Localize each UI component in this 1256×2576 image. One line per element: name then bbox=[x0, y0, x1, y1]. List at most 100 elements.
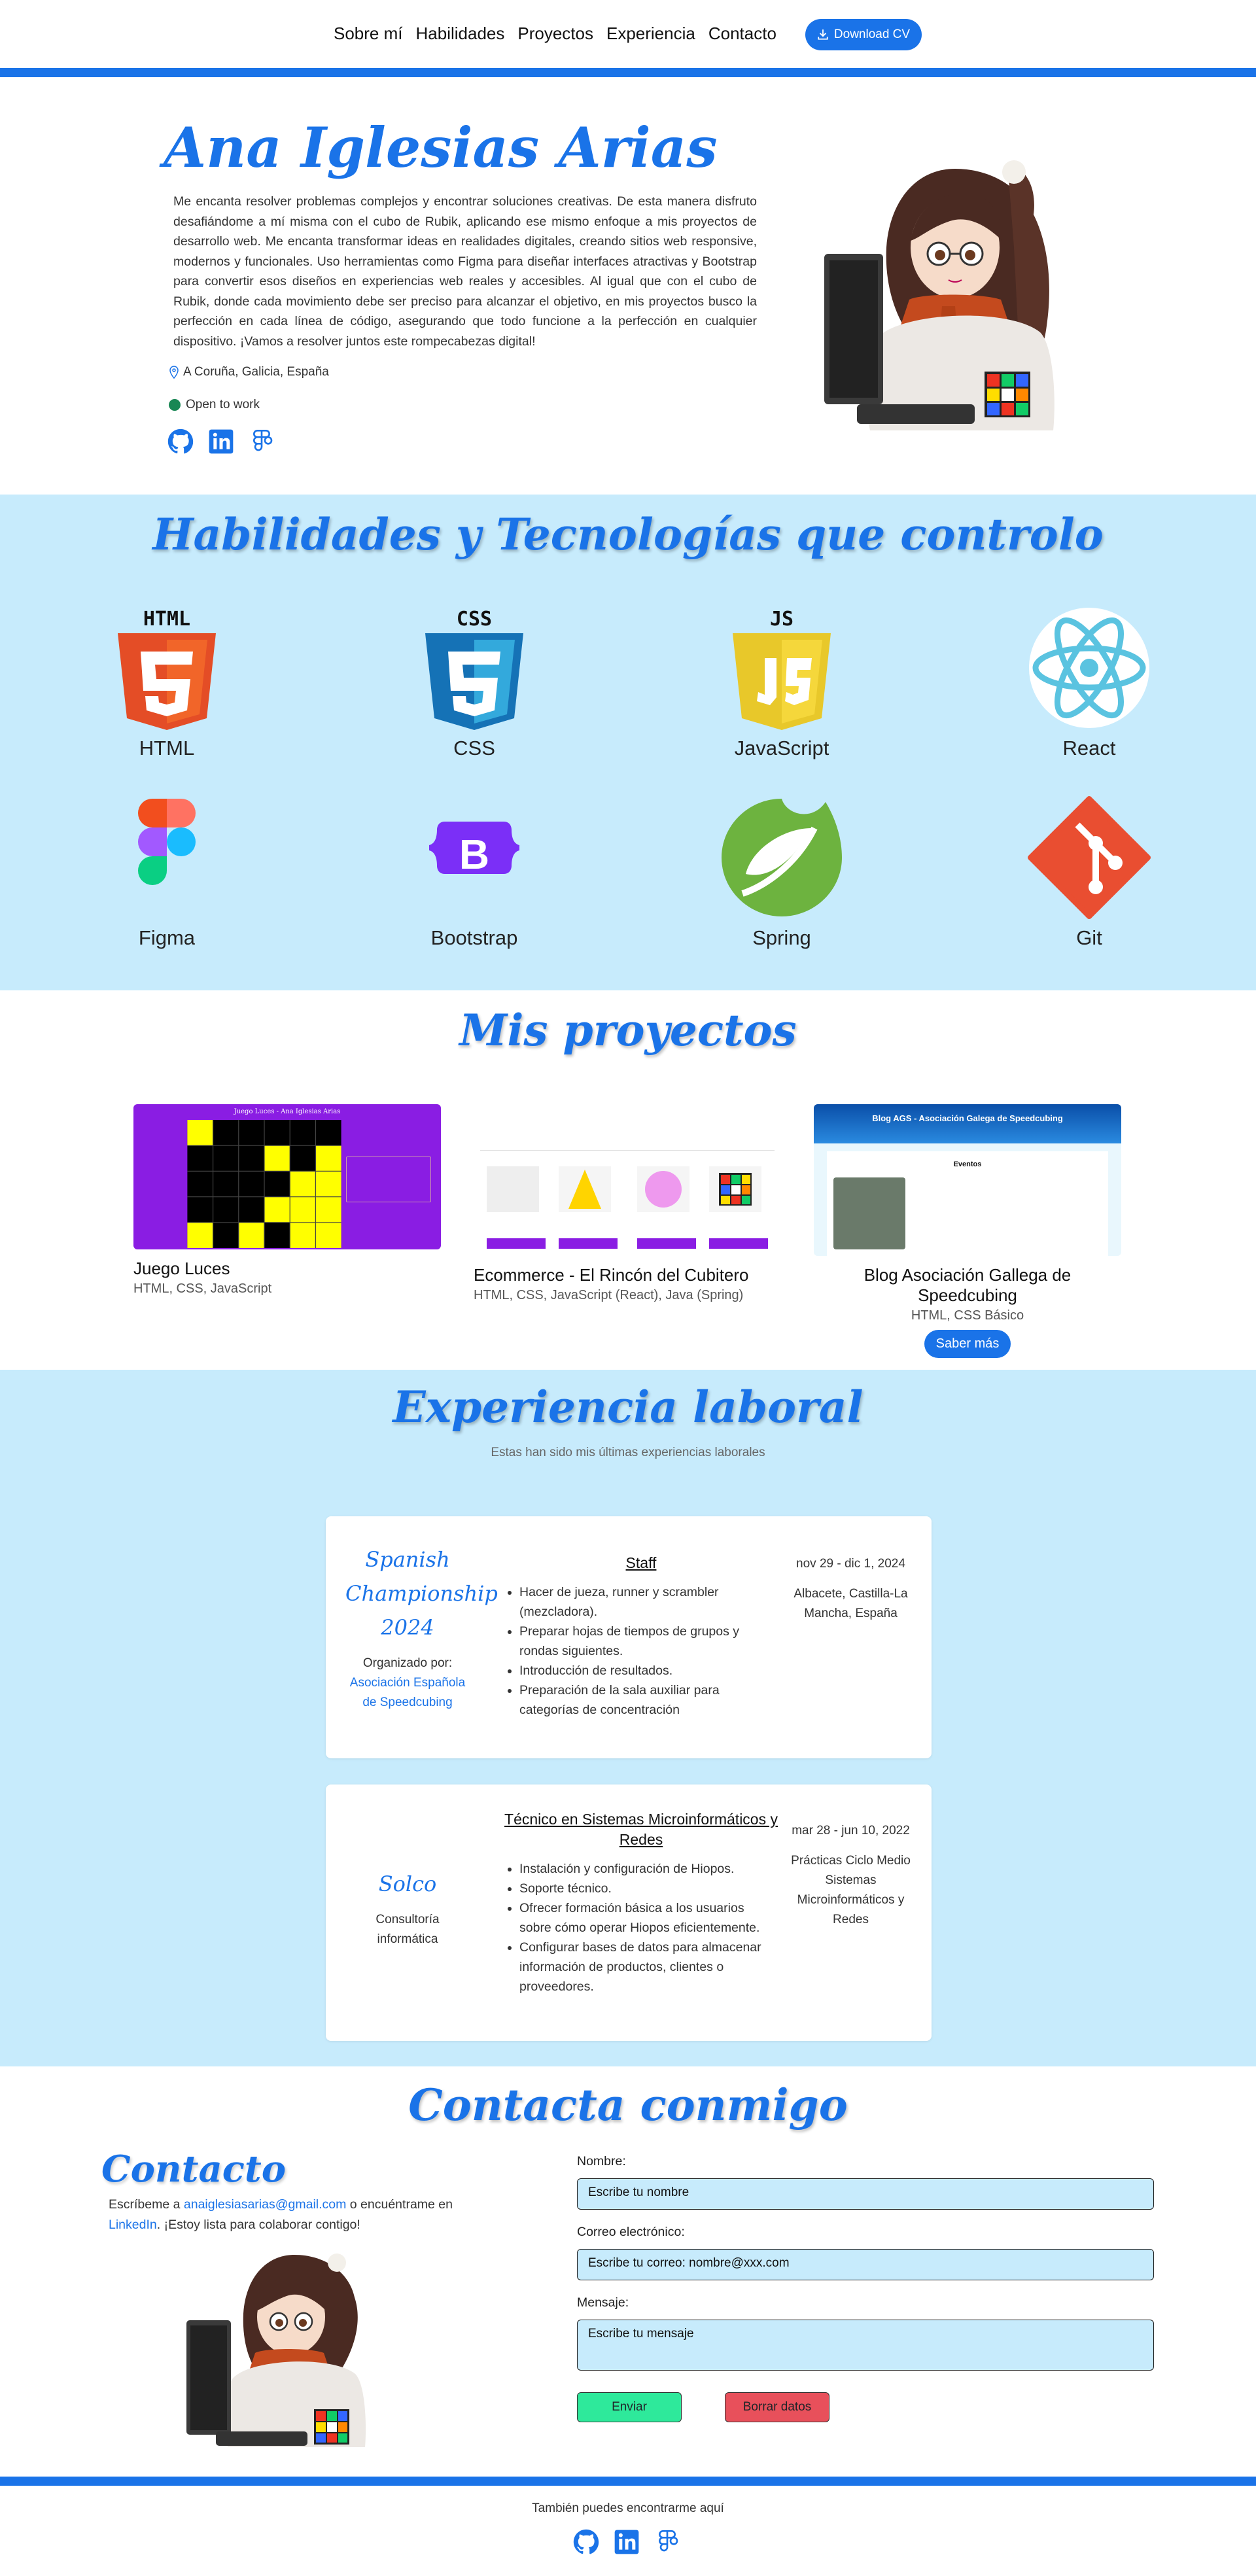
skill-label: CSS bbox=[453, 737, 495, 759]
status-dot bbox=[169, 399, 181, 411]
task-item: Soporte técnico. bbox=[519, 1879, 778, 1898]
project-card-ecommerce[interactable]: Ecommerce - El Rincón del Cubitero HTML,… bbox=[474, 1104, 781, 1303]
skill-label: HTML bbox=[139, 737, 195, 759]
nav-link-contact[interactable]: Contacto bbox=[708, 24, 776, 44]
task-item: Preparación de la sala auxiliar para cat… bbox=[519, 1680, 778, 1720]
footer-text: También puedes encontrarme aquí bbox=[532, 2501, 724, 2515]
name-label: Nombre: bbox=[577, 2154, 626, 2168]
experience-place: Prácticas Ciclo Medio Sistemas Microinfo… bbox=[791, 1854, 911, 1926]
task-item: Ofrecer formación básica a los usuarios … bbox=[519, 1898, 778, 1938]
project-title: Blog Asociación Gallega de Speedcubing bbox=[864, 1265, 1072, 1305]
skill-label: JavaScript bbox=[734, 737, 829, 759]
open-to-work-status: Open to work bbox=[169, 398, 260, 412]
org-link[interactable]: Asociación Española de Speedcubing bbox=[345, 1673, 470, 1713]
skill-bootstrap: B Bootstrap bbox=[376, 795, 572, 950]
map-pin-icon bbox=[169, 366, 179, 379]
skill-label: Figma bbox=[138, 926, 196, 949]
nav-link-experience[interactable]: Experiencia bbox=[606, 24, 695, 44]
nav-link-about[interactable]: Sobre mí bbox=[334, 24, 403, 44]
contact-title: Contacta conmigo bbox=[408, 2080, 848, 2131]
project-tech: HTML, CSS Básico bbox=[911, 1308, 1024, 1323]
figma-icon[interactable] bbox=[249, 428, 275, 455]
send-button[interactable]: Enviar bbox=[577, 2392, 682, 2422]
skill-figma: Figma bbox=[69, 795, 265, 950]
figma-icon[interactable] bbox=[654, 2529, 680, 2555]
experience-date: nov 29 - dic 1, 2024 bbox=[796, 1557, 905, 1571]
html5-icon: HTML bbox=[118, 608, 216, 730]
git-icon bbox=[1028, 796, 1151, 919]
experience-role: Técnico en Sistemas Microinformáticos y … bbox=[504, 1809, 778, 1996]
experience-title: Experiencia laboral bbox=[392, 1382, 864, 1433]
linkedin-icon[interactable] bbox=[208, 428, 234, 455]
skill-label: Bootstrap bbox=[430, 926, 518, 949]
experience-role: Staff Hacer de jueza, runner y scrambler… bbox=[504, 1553, 778, 1720]
experience-org: Solco Consultoría informática bbox=[345, 1867, 470, 1949]
experience-card: Solco Consultoría informática Técnico en… bbox=[326, 1784, 932, 2041]
name-field-group: Nombre: Escribe tu nombre bbox=[577, 2154, 1154, 2210]
svg-text:JS: JS bbox=[770, 608, 794, 631]
role-title: Técnico en Sistemas Microinformáticos y … bbox=[504, 1811, 778, 1848]
about-section: Ana Iglesias Arias Me encanta resolver p… bbox=[0, 77, 1256, 495]
avatar-illustration bbox=[824, 160, 1055, 430]
org-name: Solco bbox=[378, 1871, 437, 1896]
skills-title: Habilidades y Tecnologías que controlo bbox=[152, 509, 1104, 560]
spring-icon bbox=[722, 799, 842, 916]
message-textarea[interactable]: Escribe tu mensaje bbox=[577, 2320, 1154, 2371]
project-thumbnail[interactable]: Blog AGS - Asociación Galega de Speedcub… bbox=[814, 1104, 1121, 1256]
projects-title: Mis proyectos bbox=[459, 1005, 797, 1056]
task-item: Preparar hojas de tiempos de grupos y ro… bbox=[519, 1622, 778, 1661]
lights-grid bbox=[187, 1120, 341, 1248]
skill-javascript: JS JavaScript bbox=[684, 606, 880, 760]
linkedin-link[interactable]: LinkedIn bbox=[109, 2218, 157, 2232]
task-item: Configurar bases de datos para almacenar… bbox=[519, 1938, 778, 1996]
css3-icon: CSS bbox=[425, 608, 523, 730]
experience-section: Experiencia laboral Estas han sido mis ú… bbox=[0, 1370, 1256, 2066]
org-name: Spanish Championship 2024 bbox=[345, 1547, 498, 1640]
contact-section: Contacta conmigo Contacto Escríbeme a an… bbox=[0, 2066, 1256, 2477]
linkedin-icon[interactable] bbox=[614, 2529, 640, 2555]
task-item: Introducción de resultados. bbox=[519, 1661, 778, 1680]
status-text: Open to work bbox=[186, 398, 260, 411]
download-icon bbox=[818, 29, 828, 40]
skills-section: Habilidades y Tecnologías que controlo H… bbox=[0, 495, 1256, 990]
github-icon[interactable] bbox=[167, 428, 194, 455]
email-link[interactable]: anaiglesiasarias@gmail.com bbox=[184, 2197, 346, 2212]
location-text: A Coruña, Galicia, España bbox=[183, 365, 329, 379]
svg-text:HTML: HTML bbox=[143, 608, 190, 631]
location: A Coruña, Galicia, España bbox=[169, 365, 329, 379]
react-icon bbox=[1029, 608, 1149, 728]
nav-link-projects[interactable]: Proyectos bbox=[517, 24, 593, 44]
nav-links: Sobre mí Habilidades Proyectos Experienc… bbox=[334, 24, 776, 44]
skill-git: Git bbox=[991, 795, 1187, 950]
download-cv-button[interactable]: Download CV bbox=[805, 19, 922, 50]
nav-link-skills[interactable]: Habilidades bbox=[416, 24, 505, 44]
footer: También puedes encontrarme aquí bbox=[0, 2477, 1256, 2576]
contact-avatar-illustration bbox=[186, 2254, 366, 2447]
org-label: Organizado por: bbox=[362, 1656, 453, 1670]
project-thumbnail[interactable]: Juego Luces - Ana Iglesias Arias bbox=[133, 1104, 441, 1249]
github-icon[interactable] bbox=[573, 2529, 599, 2555]
project-card-blog-ags[interactable]: Blog AGS - Asociación Galega de Speedcub… bbox=[814, 1104, 1121, 1358]
email-input[interactable]: Escribe tu correo: nombre@xxx.com bbox=[577, 2249, 1154, 2280]
project-card-juego-luces[interactable]: Juego Luces - Ana Iglesias Arias Juego L… bbox=[133, 1104, 441, 1297]
experience-meta: mar 28 - jun 10, 2022 Prácticas Ciclo Me… bbox=[784, 1821, 918, 1930]
org-label: Consultoría informática bbox=[375, 1913, 440, 1946]
name-input[interactable]: Escribe tu nombre bbox=[577, 2178, 1154, 2210]
download-cv-label: Download CV bbox=[833, 27, 911, 41]
learn-more-button[interactable]: Saber más bbox=[924, 1330, 1011, 1358]
experience-card: Spanish Championship 2024 Organizado por… bbox=[326, 1516, 932, 1758]
skill-spring: Spring bbox=[684, 795, 880, 950]
svg-text:CSS: CSS bbox=[457, 608, 492, 631]
skill-label: Git bbox=[1076, 926, 1102, 949]
experience-date: mar 28 - jun 10, 2022 bbox=[792, 1824, 910, 1837]
clear-button[interactable]: Borrar datos bbox=[725, 2392, 829, 2422]
hero-name: Ana Iglesias Arias bbox=[164, 115, 718, 180]
hero-bio: Me encanta resolver problemas complejos … bbox=[173, 194, 757, 349]
contact-text-part: . ¡Estoy lista para colaborar contigo! bbox=[156, 2218, 360, 2232]
hero-social-links bbox=[167, 428, 275, 455]
footer-social-links bbox=[573, 2529, 680, 2555]
message-field-group: Mensaje: Escribe tu mensaje bbox=[577, 2295, 1154, 2371]
figma-icon bbox=[138, 799, 196, 885]
project-thumbnail[interactable] bbox=[474, 1104, 781, 1256]
email-label: Correo electrónico: bbox=[577, 2225, 685, 2239]
